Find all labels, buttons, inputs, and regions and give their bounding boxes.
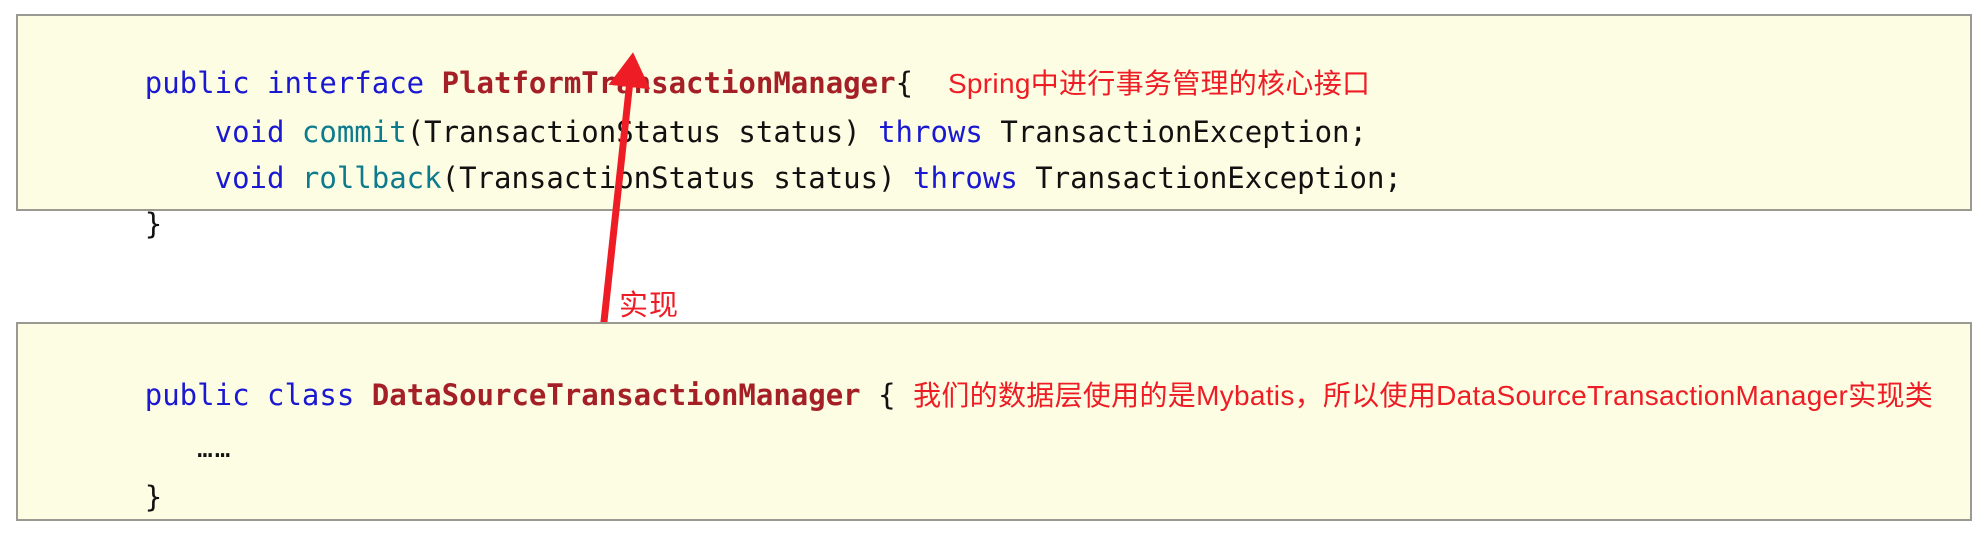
- diagram-canvas: public interface PlatformTransactionMana…: [0, 0, 1988, 537]
- open-brace-class: {: [878, 378, 896, 412]
- code-block-platform-transaction-manager: public interface PlatformTransactionMana…: [16, 14, 1972, 239]
- ellipsis-placeholder: ……: [197, 434, 233, 464]
- type-datasource-transaction-manager: DataSourceTransactionManager: [371, 378, 861, 412]
- method-rollback: rollback: [301, 161, 442, 195]
- annotation-class-purpose: 我们的数据层使用的是Mybatis，所以使用DataSourceTransact…: [913, 380, 1934, 411]
- code-line-class-declaration: public class DataSourceTransactionManage…: [40, 350, 1933, 441]
- arrow-label-implements: 实现: [619, 290, 680, 322]
- keyword-throws-rollback: throws: [913, 161, 1018, 195]
- code-line-rollback-method: void rollback(TransactionStatus status) …: [40, 133, 1402, 223]
- close-brace-interface: }: [144, 207, 163, 241]
- rollback-exception: TransactionException;: [1017, 161, 1402, 195]
- rollback-parameters: (TransactionStatus status): [441, 161, 914, 195]
- code-line-interface-close: }: [40, 179, 162, 269]
- close-brace-class: }: [144, 480, 163, 514]
- keyword-void-rollback: void: [214, 161, 285, 195]
- code-block-datasource-transaction-manager: public class DataSourceTransactionManage…: [16, 322, 1972, 521]
- keyword-class: class: [267, 378, 355, 412]
- code-line-class-close: }: [40, 452, 162, 542]
